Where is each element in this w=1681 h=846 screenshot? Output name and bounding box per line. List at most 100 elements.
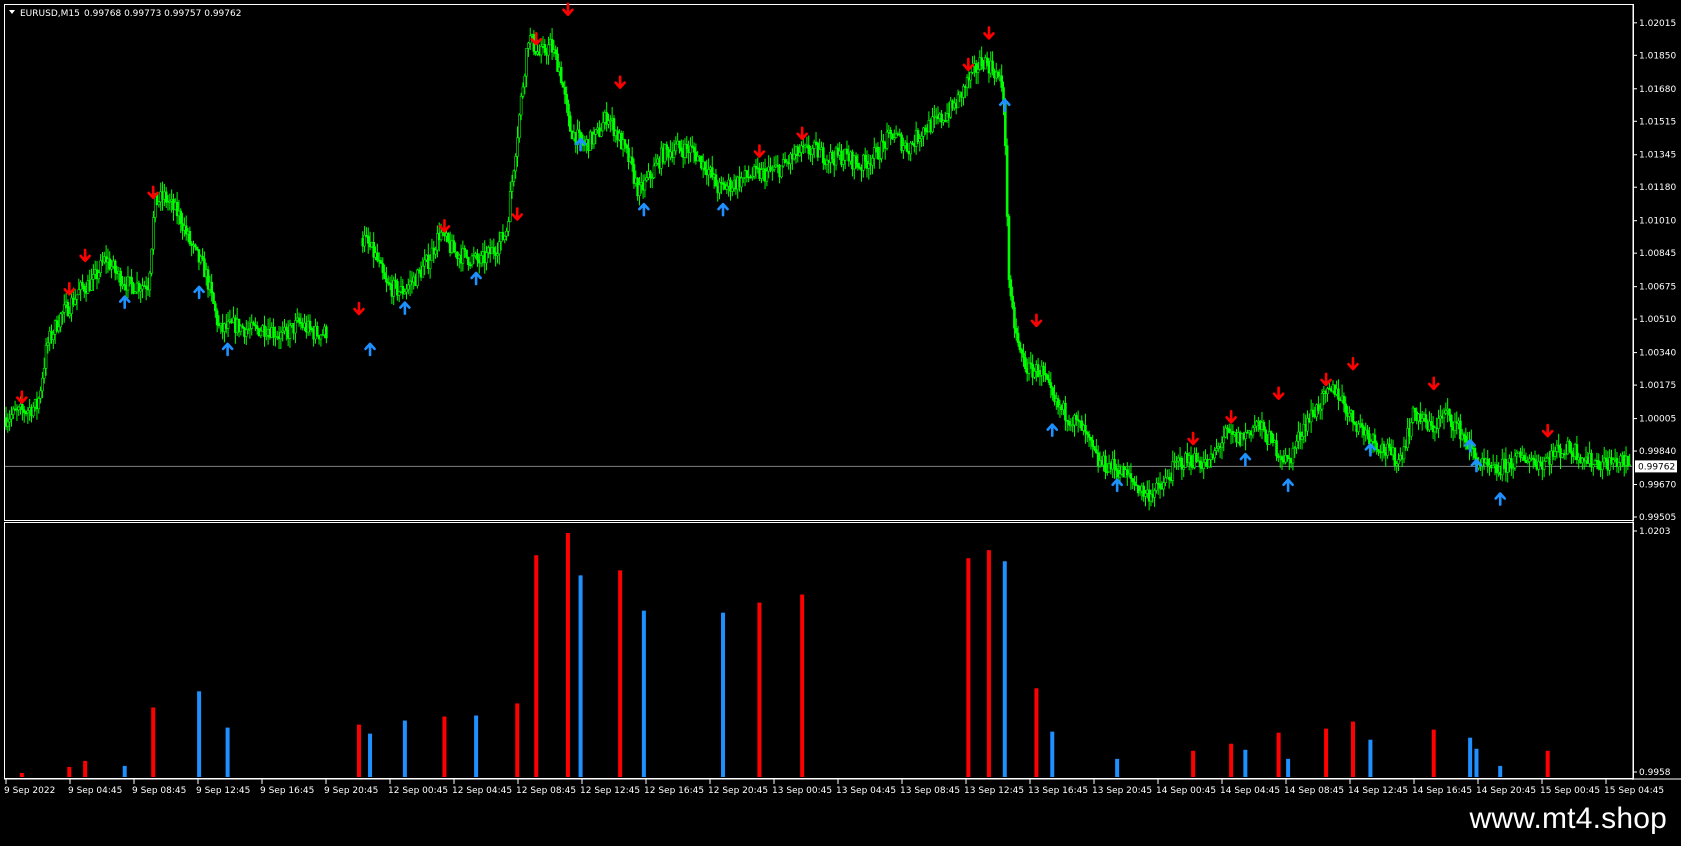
- price-tick-label: 1.01180: [1639, 183, 1676, 193]
- symbol-header: EURUSD,M15 0.99768 0.99773 0.99757 0.997…: [9, 9, 241, 19]
- candle-body: [77, 289, 81, 296]
- candle-body: [931, 116, 934, 133]
- candle-body: [1275, 440, 1278, 457]
- candle-body: [674, 143, 678, 152]
- candle-body: [672, 150, 676, 158]
- candle-body: [1388, 443, 1391, 448]
- candle-body: [403, 291, 406, 295]
- candle-body: [1597, 460, 1601, 470]
- candle-body: [818, 149, 821, 158]
- time-tick-label: 12 Sep 04:45: [452, 786, 512, 796]
- candle-body: [578, 129, 581, 133]
- candle-body: [740, 177, 743, 188]
- candle-body: [1251, 427, 1255, 436]
- candle-body: [68, 313, 72, 317]
- candle-body: [379, 260, 383, 264]
- candle-body: [1533, 459, 1537, 466]
- candle-body: [1570, 450, 1573, 454]
- candle-body: [1500, 459, 1504, 476]
- candle-body: [516, 137, 519, 157]
- histogram-panel[interactable]: [4, 522, 1634, 779]
- histogram-bar-down: [1034, 688, 1039, 777]
- chart-canvas[interactable]: 1.02015 1.01850 1.01680 1.01515 1.01345 1.011…: [0, 0, 1681, 800]
- candle-body: [279, 332, 283, 340]
- candle-body: [1377, 449, 1380, 453]
- candle-body: [594, 129, 598, 135]
- time-tick-label: 13 Sep 08:45: [900, 786, 960, 796]
- candle-body: [99, 260, 102, 274]
- time-tick-label: 9 Sep 20:45: [324, 786, 378, 796]
- price-tick-label: 0.99505: [1639, 513, 1676, 523]
- candle-body: [1045, 374, 1049, 380]
- candle-body: [1601, 461, 1604, 470]
- candle-body: [1027, 362, 1031, 374]
- candle-body: [285, 326, 288, 331]
- candle-body: [1104, 455, 1107, 473]
- candle-body: [780, 165, 783, 178]
- candle-body: [44, 345, 48, 369]
- histogram-bar-up: [1002, 561, 1007, 777]
- candle-body: [1213, 450, 1216, 459]
- candle-body: [1382, 443, 1386, 453]
- candle-body: [366, 235, 370, 244]
- histogram-bar-up: [578, 575, 583, 777]
- time-tick-label: 13 Sep 12:45: [964, 786, 1024, 796]
- candle-body: [423, 259, 426, 267]
- candle-body: [113, 260, 117, 273]
- candle-body: [75, 294, 79, 300]
- candle-body: [1344, 403, 1348, 414]
- candle-body: [252, 322, 255, 326]
- candle-body: [226, 321, 230, 329]
- candle-body: [97, 272, 101, 280]
- candle-body: [991, 60, 994, 72]
- time-tick-label: 12 Sep 12:45: [580, 786, 640, 796]
- candle-body: [406, 284, 410, 290]
- histogram-bar-down: [1191, 750, 1196, 777]
- candle-body: [607, 120, 610, 125]
- histogram-bar-down: [151, 707, 156, 777]
- price-tick-label: 1.01010: [1639, 217, 1676, 227]
- candle-body: [1158, 483, 1162, 489]
- candle-body: [1089, 436, 1093, 441]
- histogram-bar-up: [402, 720, 407, 777]
- histogram-bar-down: [1229, 743, 1234, 777]
- candle-body: [889, 129, 892, 134]
- candle-body: [1420, 418, 1424, 422]
- candle-body: [807, 144, 811, 154]
- candle-body: [1373, 434, 1377, 444]
- candle-body: [525, 48, 528, 77]
- candle-body: [707, 169, 710, 176]
- candle-body: [1064, 402, 1067, 421]
- candle-body: [1366, 429, 1369, 434]
- candle-body: [272, 327, 275, 338]
- candle-body: [476, 253, 479, 261]
- candle-body: [503, 235, 507, 240]
- candle-body: [1005, 145, 1009, 217]
- candle-body: [1357, 423, 1360, 432]
- time-tick-label: 9 Sep 2022: [4, 786, 55, 796]
- candle-body: [288, 324, 292, 339]
- candle-body: [1084, 424, 1087, 433]
- histogram-bar-up: [122, 765, 127, 777]
- candle-body: [1544, 457, 1548, 462]
- candle-body: [680, 147, 683, 152]
- candle-body: [760, 169, 763, 179]
- candle-body: [1604, 457, 1608, 461]
- candle-body: [547, 44, 550, 56]
- candle-body: [385, 278, 388, 283]
- current-price-tag: 0.99762: [1635, 460, 1677, 473]
- candle-body: [1024, 357, 1027, 369]
- candle-body: [1320, 393, 1324, 410]
- price-tick-label: 1.01345: [1639, 151, 1676, 161]
- candle-body: [956, 94, 960, 109]
- candle-body: [397, 291, 401, 296]
- candle-body: [294, 320, 297, 334]
- candle-body: [325, 326, 328, 339]
- candle-body: [195, 246, 199, 250]
- time-tick-label: 9 Sep 12:45: [196, 786, 250, 796]
- candle-body: [214, 303, 217, 312]
- candle-body: [1171, 461, 1175, 481]
- candle-body: [559, 66, 563, 83]
- candle-body: [465, 249, 468, 258]
- candle-body: [1280, 456, 1284, 461]
